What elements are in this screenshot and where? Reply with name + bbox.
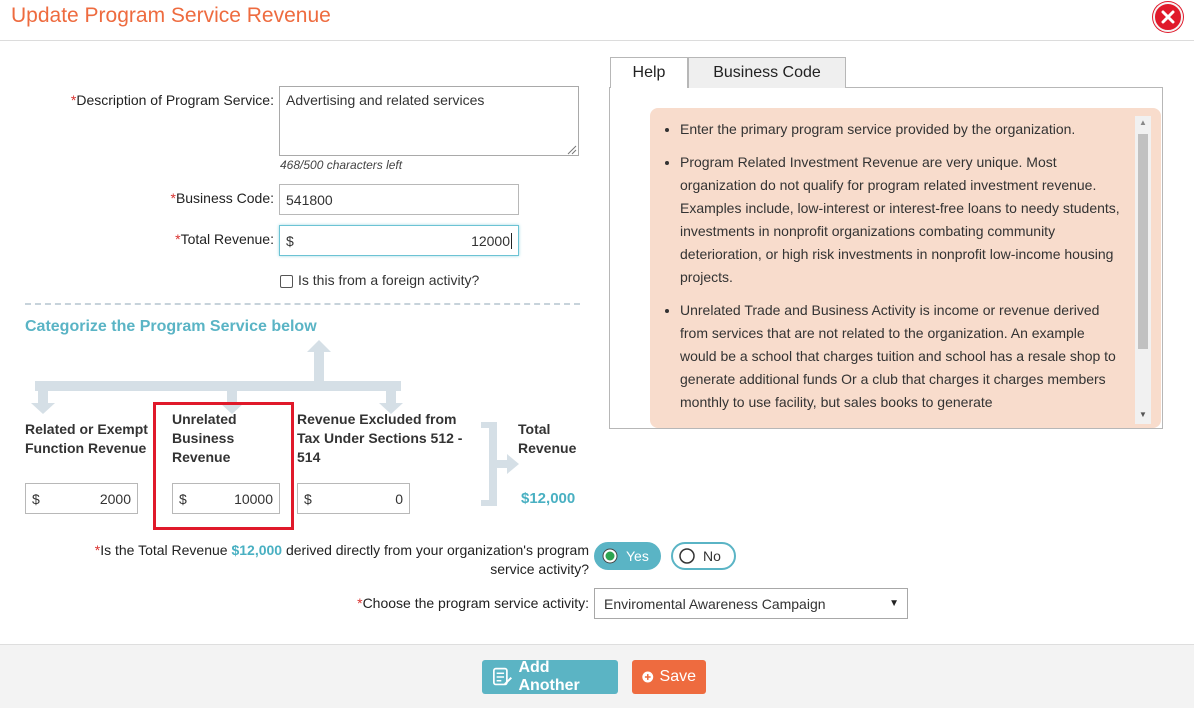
currency-symbol: $ <box>32 490 40 507</box>
excluded-revenue-input[interactable]: $ 0 <box>297 483 410 514</box>
description-label-text: Description of Program Service: <box>76 92 274 108</box>
list-edit-icon <box>493 667 512 686</box>
tab-business-code[interactable]: Business Code <box>688 57 846 88</box>
plus-circle-icon <box>642 671 654 683</box>
help-item: Program Related Investment Revenue are v… <box>680 151 1122 289</box>
unrelated-revenue-input[interactable]: $ 10000 <box>172 483 280 514</box>
help-item: Unrelated Trade and Business Activity is… <box>680 299 1122 414</box>
save-label: Save <box>659 668 696 685</box>
category-total-label: Total Revenue <box>518 421 577 456</box>
resize-handle-icon[interactable] <box>567 145 577 155</box>
activity-label-text: Choose the program service activity: <box>362 595 589 611</box>
currency-symbol: $ <box>179 490 187 507</box>
tab-business-code-label: Business Code <box>713 64 821 81</box>
question-amount: $12,000 <box>231 542 283 558</box>
modal-title: Update Program Service Revenue <box>11 4 331 27</box>
total-revenue-label: *Total Revenue: <box>40 231 274 247</box>
currency-symbol: $ <box>304 490 312 507</box>
foreign-activity-checkbox[interactable] <box>280 275 293 288</box>
related-revenue-input[interactable]: $ 2000 <box>25 483 138 514</box>
question-text-line2: service activity? <box>490 561 589 577</box>
excluded-revenue-value: 0 <box>395 490 403 507</box>
related-revenue-label: Related or Exempt Function Revenue <box>25 421 148 456</box>
scroll-up-icon[interactable]: ▲ <box>1139 118 1147 127</box>
description-textarea[interactable]: Advertising and related services <box>279 86 579 156</box>
dropdown-caret-icon: ▼ <box>889 598 899 609</box>
tab-help[interactable]: Help <box>610 57 688 88</box>
description-value: Advertising and related services <box>286 92 485 108</box>
activity-label: *Choose the program service activity: <box>290 595 589 611</box>
business-code-value: 541800 <box>286 191 333 208</box>
foreign-activity-label: Is this from a foreign activity? <box>298 272 480 288</box>
tab-help-label: Help <box>632 64 666 81</box>
help-content-box: Enter the primary program service provid… <box>650 108 1161 428</box>
radio-selected-icon <box>602 548 618 564</box>
question-text-line1: derived directly from your organization'… <box>285 542 589 558</box>
help-pointer-icon <box>650 128 652 148</box>
categorize-title: Categorize the Program Service below <box>25 318 317 335</box>
activity-select[interactable]: Enviromental Awareness Campaign ▼ <box>594 588 908 619</box>
save-button[interactable]: Save <box>632 660 706 694</box>
business-code-input[interactable]: 541800 <box>279 184 519 215</box>
scroll-down-icon[interactable]: ▼ <box>1139 410 1147 419</box>
total-revenue-label-text: Total Revenue: <box>180 231 274 247</box>
scrollbar-thumb[interactable] <box>1138 134 1148 349</box>
derived-question: *Is the Total Revenue $12,000 derived di… <box>38 541 589 579</box>
yes-label: Yes <box>626 548 649 564</box>
related-revenue-value: 2000 <box>99 490 131 507</box>
add-another-button[interactable]: Add Another <box>482 659 618 694</box>
description-label: *Description of Program Service: <box>40 92 274 108</box>
total-revenue-value: 12000 <box>471 232 512 249</box>
radio-unselected-icon <box>679 548 695 564</box>
close-icon <box>1161 10 1175 24</box>
help-item: Enter the primary program service provid… <box>680 118 1122 141</box>
no-label: No <box>703 548 721 564</box>
no-radio[interactable]: No <box>671 542 736 570</box>
section-divider <box>25 303 580 305</box>
activity-selected-value: Enviromental Awareness Campaign <box>604 595 826 612</box>
yes-radio[interactable]: Yes <box>594 542 661 570</box>
total-revenue-input[interactable]: $ 12000 <box>279 225 519 256</box>
currency-symbol: $ <box>286 232 294 249</box>
chars-left-hint: 468/500 characters left <box>280 158 403 172</box>
business-code-label-text: Business Code: <box>175 190 274 206</box>
add-another-label: Add Another <box>518 659 580 694</box>
business-code-label: *Business Code: <box>40 190 274 206</box>
question-text-before: Is the Total Revenue <box>100 542 228 558</box>
excluded-revenue-label: Revenue Excluded from Tax Under Sections… <box>297 411 463 465</box>
close-button[interactable] <box>1153 2 1183 32</box>
category-total-value: $12,000 <box>521 490 576 507</box>
unrelated-revenue-value: 10000 <box>234 490 273 507</box>
help-list: Enter the primary program service provid… <box>654 118 1122 424</box>
help-scrollbar[interactable]: ▲ ▼ <box>1135 116 1151 424</box>
